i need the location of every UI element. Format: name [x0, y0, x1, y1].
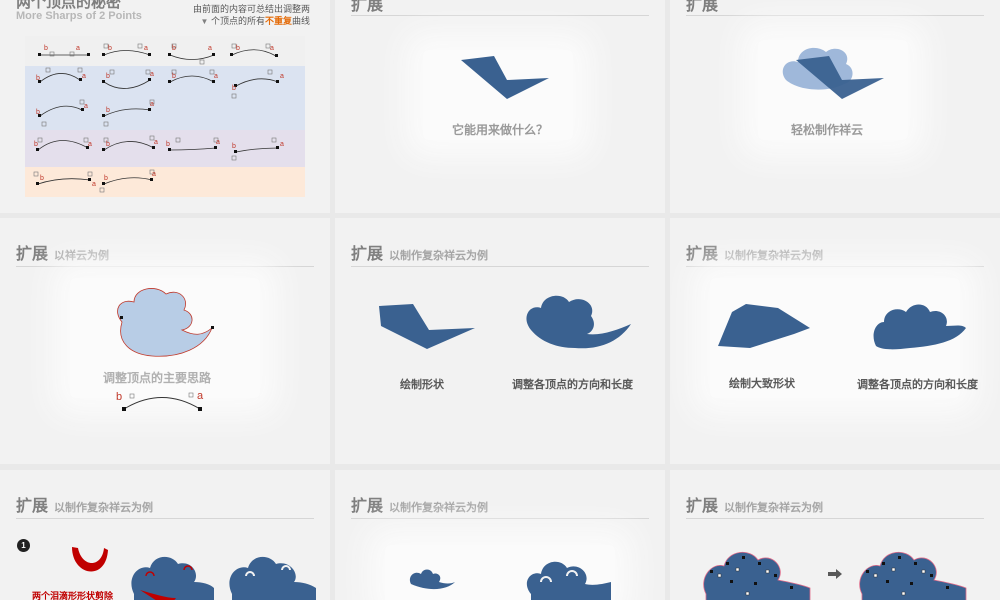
svg-text:b: b	[36, 109, 40, 116]
svg-text:b: b	[106, 107, 110, 114]
slide-6-shapes	[718, 304, 966, 350]
svg-text:a: a	[280, 141, 284, 148]
slide-thumbnail-2[interactable]: 扩展 它能用来做什么？	[335, 0, 665, 213]
slide-5-caption-left: 绘制形状	[400, 379, 444, 391]
svg-text:a: a	[214, 73, 218, 80]
svg-text:a: a	[208, 45, 212, 52]
svg-text:b: b	[106, 141, 110, 148]
slide-thumbnail-4[interactable]: 扩展 以祥云为例 调整顶点的主要思路 b a	[0, 218, 330, 464]
svg-text:a: a	[88, 141, 92, 148]
svg-text:b: b	[236, 45, 240, 52]
svg-text:a: a	[150, 71, 154, 78]
slide-thumbnail-3[interactable]: 扩展 轻松制作祥云	[670, 0, 1000, 213]
svg-text:a: a	[76, 45, 80, 52]
slide-7-shapes	[72, 547, 316, 600]
svg-text:b: b	[232, 85, 236, 92]
slide-thumbnail-6[interactable]: 扩展 以制作复杂祥云为例 绘制大致形状 调整各顶点的方向和长度	[670, 218, 1000, 464]
svg-text:a: a	[150, 101, 154, 108]
svg-text:b: b	[40, 175, 44, 182]
svg-text:b: b	[172, 73, 176, 80]
slide-5-caption-right: 调整各顶点的方向和长度	[512, 379, 633, 391]
svg-text:a: a	[144, 45, 148, 52]
svg-text:a: a	[154, 139, 158, 146]
slide-thumbnail-1[interactable]: 两个顶点的秘密 More Sharps of 2 Points 由前面的内容可总…	[0, 0, 330, 213]
svg-text:a: a	[152, 171, 156, 178]
two-point-curves-grid: b a b a b a b a b a b a b a b a b a b a b a b a b a b a b a b a	[33, 43, 284, 193]
slide-3-cloud-overlay	[782, 47, 884, 99]
slide-3-caption: 轻松制作祥云	[791, 123, 864, 137]
svg-text:a: a	[92, 181, 96, 188]
slide-5-shapes	[379, 295, 631, 349]
svg-text:b: b	[34, 141, 38, 148]
svg-text:b: b	[44, 45, 48, 52]
slide-2-basic-shape	[461, 56, 549, 99]
slide-thumbnail-5[interactable]: 扩展 以制作复杂祥云为例 绘制形状 调整各顶点的方向和长度	[335, 218, 665, 464]
svg-text:b: b	[108, 45, 112, 52]
svg-text:b: b	[232, 143, 236, 150]
slide-9-shapes	[703, 552, 967, 600]
slide-thumbnail-9[interactable]: 扩展 以制作复杂祥云为例	[670, 470, 1000, 600]
svg-text:a: a	[270, 45, 274, 52]
svg-text:b: b	[104, 175, 108, 182]
svg-text:b: b	[36, 75, 40, 82]
slide-4-cloud-adjust	[117, 288, 214, 411]
svg-text:a: a	[280, 73, 284, 80]
slide-8-shapes	[409, 561, 611, 600]
slide-6-caption-right: 调整各顶点的方向和长度	[857, 379, 978, 391]
slide-4-point-a: a	[197, 390, 204, 402]
slide-2-caption: 它能用来做什么？	[452, 123, 549, 137]
svg-text:b: b	[106, 73, 110, 80]
slide-4-point-b: b	[116, 391, 123, 403]
svg-text:b: b	[166, 141, 170, 148]
svg-text:a: a	[216, 139, 220, 146]
slide-6-caption-left: 绘制大致形状	[729, 378, 795, 390]
slide-4-caption: 调整顶点的主要思路	[103, 371, 212, 385]
svg-text:a: a	[82, 73, 86, 80]
slide-thumbnail-7[interactable]: 扩展 以制作复杂祥云为例 1 两个泪滴形形状剪除	[0, 470, 330, 600]
slide-7-caption: 两个泪滴形形状剪除	[32, 591, 114, 600]
svg-text:a: a	[84, 103, 88, 110]
slide-thumbnail-8[interactable]: 扩展 以制作复杂祥云为例	[335, 470, 665, 600]
svg-text:b: b	[172, 45, 176, 52]
